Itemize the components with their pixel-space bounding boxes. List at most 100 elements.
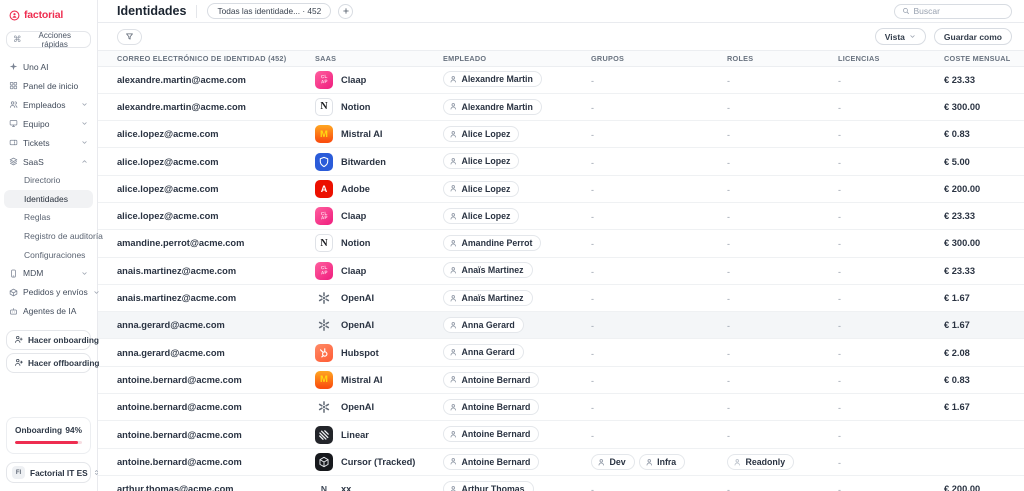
sidebar-item-tickets[interactable]: Tickets	[0, 133, 97, 152]
groups-pill[interactable]: Dev	[591, 454, 635, 470]
employee-pill[interactable]: Anna Gerard	[443, 344, 524, 360]
layers-icon	[9, 157, 18, 166]
employee-pill[interactable]: Alice Lopez	[443, 208, 519, 224]
vista-button[interactable]: Vista	[875, 28, 926, 45]
roles-pill[interactable]: Readonly	[727, 454, 794, 470]
person-icon	[449, 430, 458, 439]
onboarding-button[interactable]: Hacer onboarding	[6, 330, 91, 350]
identity-email: antoine.bernard@acme.com	[117, 402, 315, 412]
chevron-down-icon	[81, 120, 88, 127]
identity-email: amandine.perrot@acme.com	[117, 238, 315, 248]
employee-pill[interactable]: Alice Lopez	[443, 181, 519, 197]
saas-cell: Nxx	[315, 480, 443, 491]
employee-pill[interactable]: Arthur Thomas	[443, 481, 534, 491]
empty-value: -	[727, 431, 730, 441]
table-row[interactable]: alexandre.martin@acme.comCLAPClaapAlexan…	[98, 67, 1024, 94]
sidebar-item-equipo[interactable]: Equipo	[0, 114, 97, 133]
onboarding-progress-card[interactable]: Onboarding 94%	[6, 417, 91, 455]
employee-pill[interactable]: Anaïs Martinez	[443, 262, 533, 278]
roles-cell: -	[727, 316, 838, 334]
employee-pill[interactable]: Anna Gerard	[443, 317, 524, 333]
licenses-cell: -	[838, 71, 944, 89]
table-row[interactable]: antoine.bernard@acme.com Linear Antoine Be…	[98, 421, 1024, 448]
chevron-up-icon	[81, 158, 88, 165]
table-row[interactable]: anais.martinez@acme.comOpenAIAnaïs Marti…	[98, 285, 1024, 312]
employee-pill[interactable]: Alexandre Martin	[443, 71, 542, 87]
groups-cell: -	[591, 262, 727, 280]
search-box[interactable]	[894, 4, 1012, 19]
saas-cell: NNotion	[315, 234, 443, 252]
licenses-cell: -	[838, 98, 944, 116]
sidebar-subitem-configuraciones[interactable]: Configuraciones	[4, 245, 93, 264]
table-row[interactable]: antoine.bernard@acme.comOpenAIAntoine Be…	[98, 394, 1024, 421]
table-row[interactable]: antoine.bernard@acme.comMMistral AIAntoi…	[98, 367, 1024, 394]
saas-name: Mistral AI	[341, 375, 383, 385]
table-row[interactable]: anna.gerard@acme.comOpenAIAnna Gerard---…	[98, 312, 1024, 339]
sidebar-subitem-reglas[interactable]: Reglas	[4, 208, 93, 227]
offboarding-button[interactable]: Hacer offboarding	[6, 353, 91, 373]
chevron-down-icon	[81, 101, 88, 108]
monitor-icon	[9, 119, 18, 128]
saas-app-icon-bitwarden	[315, 153, 333, 171]
add-view-button[interactable]	[338, 4, 353, 19]
company-selector[interactable]: FI Factorial IT ES	[6, 462, 91, 483]
table-row[interactable]: antoine.bernard@acme.comCursor (Tracked)…	[98, 449, 1024, 476]
filter-button[interactable]	[117, 29, 142, 45]
sidebar-item-agentes-de-ia[interactable]: Agentes de IA	[0, 302, 97, 321]
employee-pill[interactable]: Anaïs Martinez	[443, 290, 533, 306]
sidebar: factorial ⌘ Acciones rápidas Uno AIPanel…	[0, 0, 98, 491]
employee-pill[interactable]: Amandine Perrot	[443, 235, 541, 251]
sidebar-item-empleados[interactable]: Empleados	[0, 95, 97, 114]
sidebar-item-mdm[interactable]: MDM	[0, 264, 97, 283]
saas-name: Linear	[341, 430, 369, 440]
saas-name: Claap	[341, 211, 366, 221]
table-row[interactable]: alice.lopez@acme.comAAdobeAlice Lopez---…	[98, 176, 1024, 203]
employee-pill[interactable]: Alexandre Martin	[443, 99, 542, 115]
employee-cell: Antoine Bernard	[443, 398, 591, 416]
saas-cell: Hubspot	[315, 344, 443, 362]
licenses-cell: -	[838, 207, 944, 225]
table-row[interactable]: alice.lopez@acme.comMMistral AIAlice Lop…	[98, 121, 1024, 148]
table-row[interactable]: anais.martinez@acme.comCLAPClaapAnaïs Ma…	[98, 258, 1024, 285]
table-row[interactable]: anna.gerard@acme.comHubspotAnna Gerard--…	[98, 339, 1024, 366]
table-row[interactable]: alice.lopez@acme.comCLAPClaapAlice Lopez…	[98, 203, 1024, 230]
table-row[interactable]: alexandre.martin@acme.comNNotionAlexandr…	[98, 94, 1024, 121]
factorial-logo[interactable]: factorial	[0, 0, 97, 26]
sidebar-subitem-identidades[interactable]: Identidades	[4, 190, 93, 209]
employee-pill[interactable]: Antoine Bernard	[443, 426, 539, 442]
sidebar-item-uno-ai[interactable]: Uno AI	[0, 57, 97, 76]
employee-pill[interactable]: Antoine Bernard	[443, 399, 539, 415]
search-input[interactable]	[914, 6, 1005, 16]
employee-cell: Alice Lopez	[443, 180, 591, 198]
empty-value: -	[727, 403, 730, 413]
quick-actions-button[interactable]: ⌘ Acciones rápidas	[6, 31, 91, 48]
sidebar-item-saas[interactable]: SaaS	[0, 152, 97, 171]
identity-email: antoine.bernard@acme.com	[117, 430, 315, 440]
table-row[interactable]: alice.lopez@acme.comBitwardenAlice Lopez…	[98, 148, 1024, 175]
saas-name: Bitwarden	[341, 157, 386, 167]
groups-cell: -	[591, 344, 727, 362]
groups-cell: -	[591, 316, 727, 334]
employee-pill[interactable]: Alice Lopez	[443, 153, 519, 169]
licenses-cell: -	[838, 453, 944, 471]
sidebar-subitem-registro-de-auditor-a[interactable]: Registro de auditoría	[4, 227, 93, 246]
guardar-como-button[interactable]: Guardar como	[934, 28, 1012, 45]
roles-cell: -	[727, 207, 838, 225]
empty-value: -	[591, 294, 594, 304]
employee-pill[interactable]: Antoine Bernard	[443, 454, 539, 470]
employee-pill[interactable]: Antoine Bernard	[443, 372, 539, 388]
groups-pill[interactable]: Infra	[639, 454, 686, 470]
table-row[interactable]: arthur.thomas@acme.comNxxArthur Thomas--…	[98, 476, 1024, 491]
employee-pill[interactable]: Alice Lopez	[443, 126, 519, 142]
table-header: CORREO ELECTRÓNICO DE IDENTIDAD (452)SAA…	[98, 50, 1024, 67]
empty-value: -	[838, 130, 841, 140]
sidebar-item-panel-de-inicio[interactable]: Panel de inicio	[0, 76, 97, 95]
table-row[interactable]: amandine.perrot@acme.comNNotionAmandine …	[98, 230, 1024, 257]
sidebar-subitem-directorio[interactable]: Directorio	[4, 171, 93, 190]
licenses-cell: -	[838, 316, 944, 334]
tab-all-identities[interactable]: Todas las identidade... · 452	[207, 3, 331, 19]
identity-email: alexandre.martin@acme.com	[117, 75, 315, 85]
saas-cell: OpenAI	[315, 289, 443, 307]
sidebar-item-pedidos-y-env-os[interactable]: Pedidos y envíos	[0, 283, 97, 302]
identity-email: alexandre.martin@acme.com	[117, 102, 315, 112]
